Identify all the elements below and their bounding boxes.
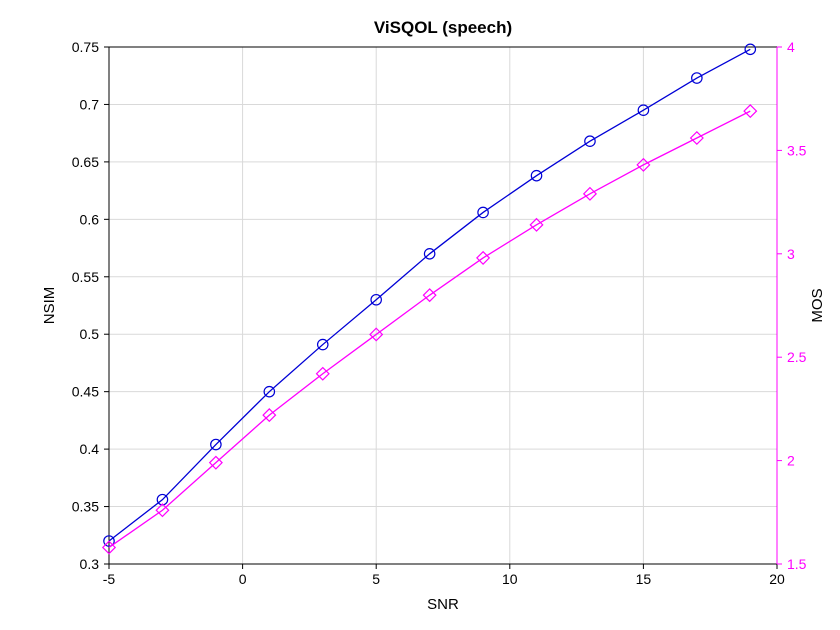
yl-tick-label: 0.45 [72,384,99,400]
x-tick-label: 10 [502,571,518,587]
yl-tick-label: 0.7 [80,96,100,112]
yr-tick-label: 2.5 [787,349,807,365]
chart-svg: -5 0 5 10 15 20 0.3 0.35 0.4 0.45 0.5 0.55 0.6 0.65 0.… [0,0,840,630]
yl-tick-label: 0.3 [80,556,100,572]
yr-tick-label: 4 [787,39,795,55]
yl-axis-label: NSIM [41,287,58,325]
yl-tick-label: 0.65 [72,154,99,170]
x-axis-label: SNR [427,596,459,613]
chart-container: -5 0 5 10 15 20 0.3 0.35 0.4 0.45 0.5 0.55 0.6 0.65 0.… [0,0,840,630]
yl-tick-label: 0.75 [72,39,99,55]
yl-tick-label: 0.6 [80,211,100,227]
yl-tick-label: 0.4 [80,441,100,457]
yr-tick-label: 3.5 [787,142,807,158]
yr-tick-label: 3 [787,246,795,262]
x-tick-label: 5 [372,571,380,587]
yr-tick-label: 2 [787,453,795,469]
yl-tick-label: 0.35 [72,499,99,515]
yl-tick-label: 0.5 [80,326,100,342]
yr-axis-label: MOS [809,288,826,322]
x-tick-label: -5 [103,571,116,587]
x-tick-label: 20 [769,571,785,587]
yr-tick-label: 1.5 [787,556,807,572]
plot-area [109,47,777,564]
chart-title: ViSQOL (speech) [374,18,512,37]
x-tick-label: 0 [239,571,247,587]
x-tick-label: 15 [636,571,652,587]
yl-tick-label: 0.55 [72,269,99,285]
